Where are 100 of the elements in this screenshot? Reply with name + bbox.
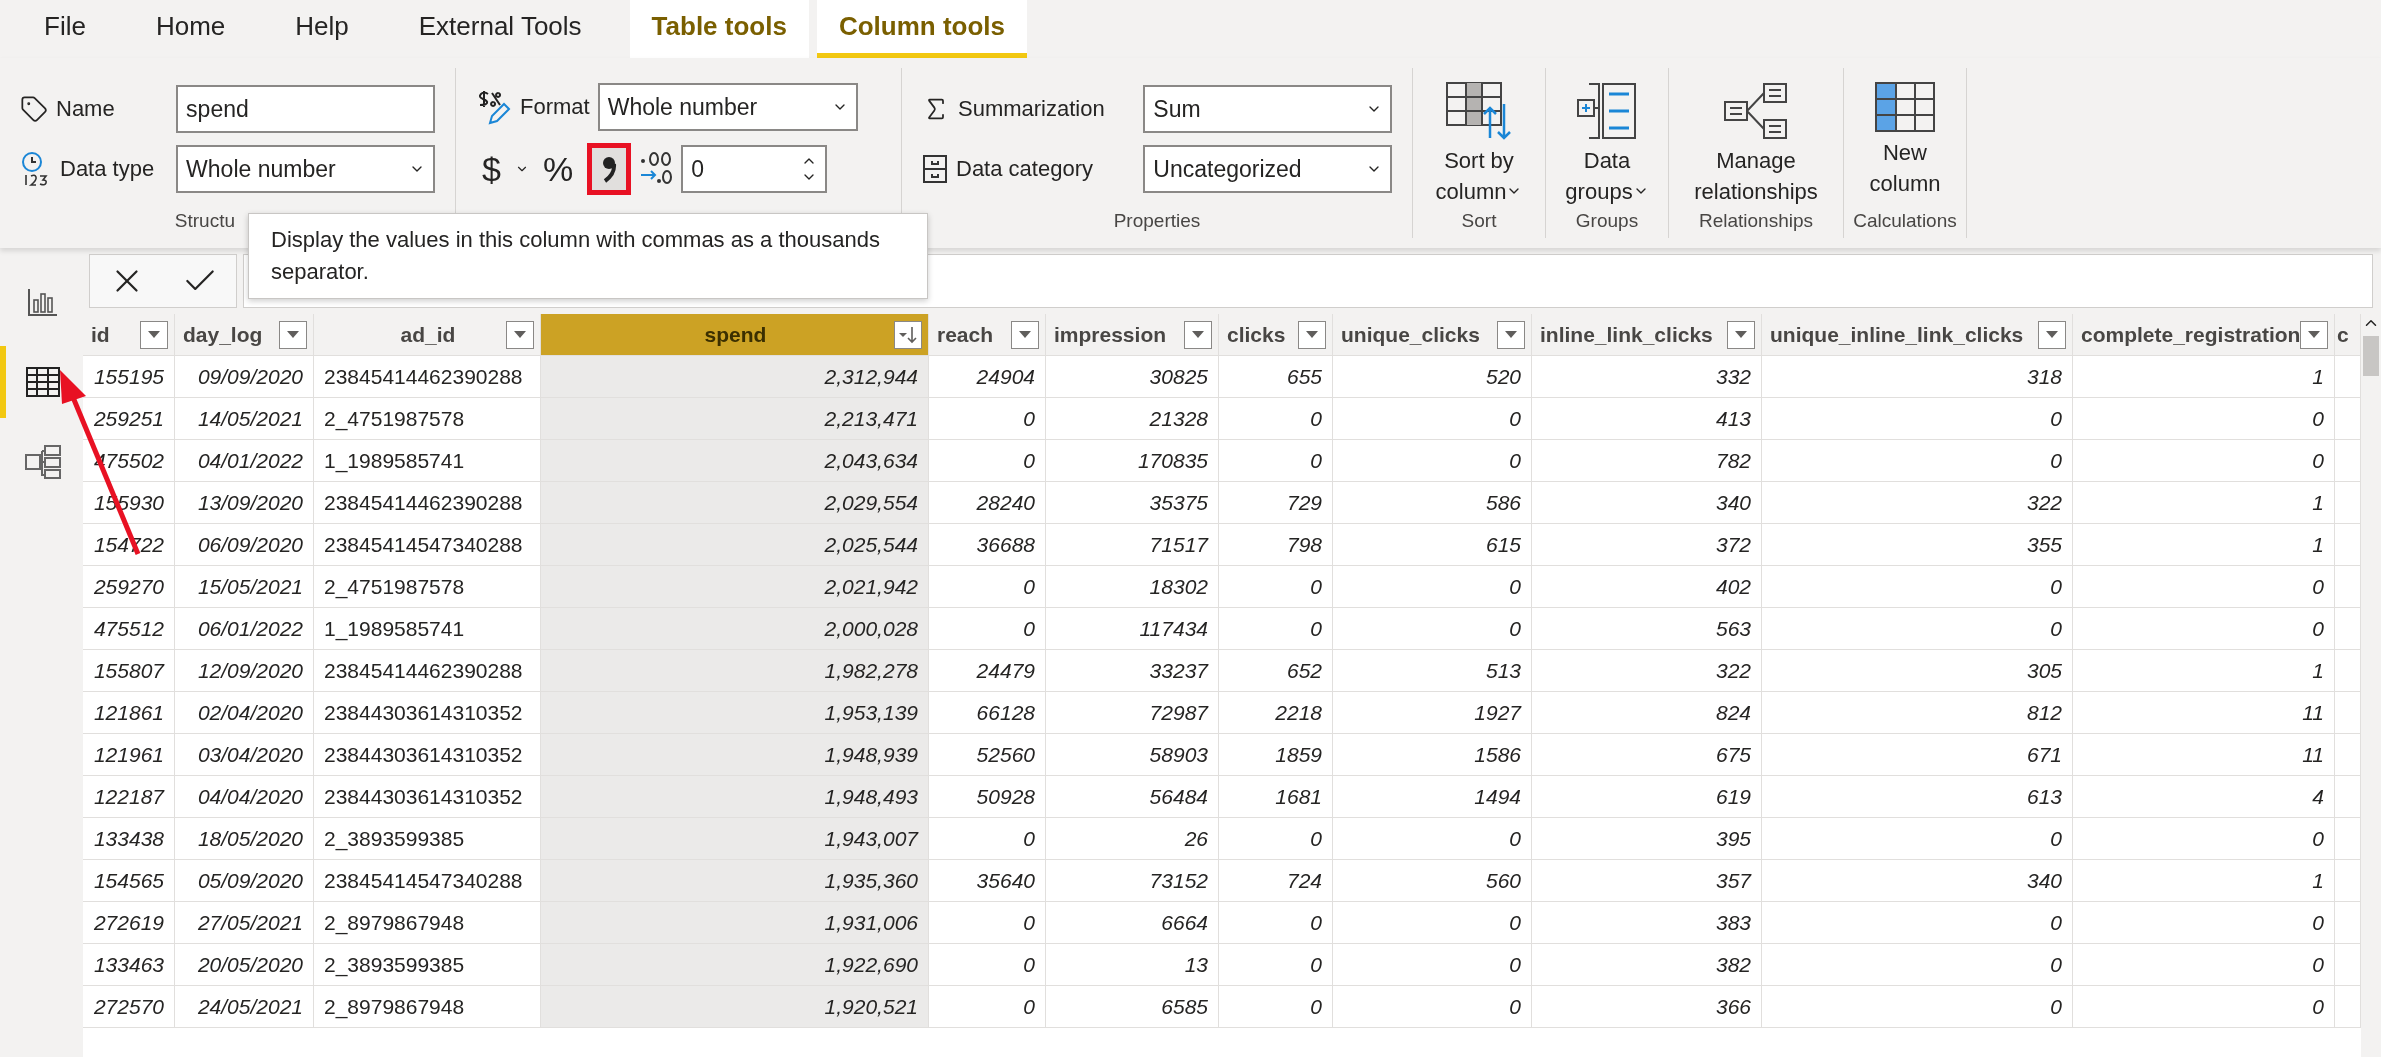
filter-button[interactable]: [1727, 320, 1755, 349]
filter-button[interactable]: [1011, 320, 1039, 349]
table-cell: 73152: [1046, 860, 1219, 902]
column-header[interactable]: id: [83, 314, 175, 356]
relationships-icon: [1724, 82, 1788, 140]
table-view-icon[interactable]: [26, 367, 60, 397]
data-category-dropdown[interactable]: Uncategorized: [1143, 145, 1392, 193]
ribbon-tab[interactable]: Column tools: [816, 0, 1027, 58]
table-cell: [2335, 818, 2361, 860]
table-cell: 20/05/2020: [175, 944, 314, 986]
table-cell: 1_1989585741: [314, 440, 541, 482]
filter-button[interactable]: [1497, 320, 1525, 349]
data-type-dropdown[interactable]: Whole number: [176, 145, 435, 193]
dropdown-arrow-icon: [1735, 331, 1747, 338]
ribbon-tab[interactable]: Home: [133, 0, 248, 58]
table-cell: 14/05/2021: [175, 398, 314, 440]
table-cell: 13/09/2020: [175, 482, 314, 524]
filter-button[interactable]: [2300, 320, 2329, 349]
filter-button[interactable]: [1298, 320, 1326, 349]
currency-button[interactable]: $: [476, 149, 507, 189]
table-cell: 812: [1762, 692, 2073, 734]
column-header[interactable]: complete_registration: [2073, 314, 2335, 356]
filter-button[interactable]: [894, 320, 922, 349]
table-cell: 13: [1046, 944, 1219, 986]
model-view-icon[interactable]: [25, 445, 61, 479]
table-cell: 154565: [83, 860, 175, 902]
table-cell: 133463: [83, 944, 175, 986]
table-cell: 72987: [1046, 692, 1219, 734]
table-cell: 121861: [83, 692, 175, 734]
ribbon-button[interactable]: Sort by column: [1419, 68, 1539, 208]
table-cell: 586: [1333, 482, 1532, 524]
table-cell: 259270: [83, 566, 175, 608]
ribbon-tab[interactable]: Table tools: [629, 0, 809, 58]
comma-style-button[interactable]: [587, 143, 632, 195]
filter-button[interactable]: [279, 320, 307, 349]
column-header[interactable]: unique_inline_link_clicks: [1762, 314, 2073, 356]
ribbon-button[interactable]: Manage relationships: [1675, 68, 1837, 208]
filter-button[interactable]: [140, 320, 168, 349]
filter-button[interactable]: [506, 320, 534, 349]
report-view-icon[interactable]: [28, 288, 58, 316]
ribbon-tab[interactable]: External Tools: [396, 0, 604, 58]
column-header[interactable]: inline_link_clicks: [1532, 314, 1762, 356]
table-cell: [2335, 356, 2361, 398]
table-cell: 0: [2073, 818, 2335, 860]
table-cell: 11: [2073, 692, 2335, 734]
table-cell: 27/05/2021: [175, 902, 314, 944]
filter-button[interactable]: [1184, 320, 1212, 349]
table-cell: 28240: [929, 482, 1046, 524]
table-cell: 2_8979867948: [314, 902, 541, 944]
field-label: Data category: [956, 156, 1093, 182]
field-label: Data type: [60, 156, 155, 182]
table-cell: 0: [1219, 440, 1333, 482]
column-header[interactable]: impression: [1046, 314, 1219, 356]
summarization-dropdown[interactable]: Sum: [1143, 85, 1392, 133]
table-cell: 259251: [83, 398, 175, 440]
comma-icon: [601, 155, 618, 183]
table-cell: 71517: [1046, 524, 1219, 566]
percent-button[interactable]: %: [536, 149, 580, 189]
ribbon-tab[interactable]: File: [22, 0, 108, 58]
ribbon-button[interactable]: Data groups: [1552, 68, 1662, 208]
column-header[interactable]: unique_clicks: [1333, 314, 1532, 356]
table-cell: 520: [1333, 356, 1532, 398]
table-cell: 117434: [1046, 608, 1219, 650]
table-cell: 305: [1762, 650, 2073, 692]
table-cell: 06/09/2020: [175, 524, 314, 566]
table-cell: 560: [1333, 860, 1532, 902]
column-header[interactable]: clicks: [1219, 314, 1333, 356]
table-cell: 09/09/2020: [175, 356, 314, 398]
table-cell: 395: [1532, 818, 1762, 860]
table-cell: 0: [1333, 818, 1532, 860]
table-cell: 613: [1762, 776, 2073, 818]
scrollbar-thumb[interactable]: [2363, 336, 2379, 376]
field-label: Format: [520, 94, 590, 120]
table-cell: 0: [1333, 986, 1532, 1028]
group-label: Sort: [1461, 210, 1497, 231]
filter-button[interactable]: [2038, 320, 2066, 349]
table-cell: 0: [1762, 566, 2073, 608]
table-cell: 413: [1532, 398, 1762, 440]
table-cell: 0: [2073, 902, 2335, 944]
table-cell: [2335, 524, 2361, 566]
table-cell: 0: [1762, 902, 2073, 944]
name-field[interactable]: spend: [176, 85, 435, 133]
table-cell: 24479: [929, 650, 1046, 692]
table-cell: 671: [1762, 734, 2073, 776]
column-header[interactable]: spend: [541, 314, 929, 356]
ribbon-button[interactable]: New column: [1850, 68, 1960, 200]
ribbon-tab[interactable]: Help: [273, 0, 371, 58]
column-header[interactable]: reach: [929, 314, 1046, 356]
column-header[interactable]: ad_id: [314, 314, 541, 356]
table-cell: 23845414547340288: [314, 524, 541, 566]
dropdown-arrow-icon: [2308, 331, 2321, 338]
table-cell: 322: [1532, 650, 1762, 692]
column-header[interactable]: c: [2335, 314, 2361, 356]
table-cell: [2335, 860, 2361, 902]
table-cell: 36688: [929, 524, 1046, 566]
table-cell: 18/05/2020: [175, 818, 314, 860]
format-dropdown[interactable]: Whole number: [597, 83, 858, 131]
decimal-places-field[interactable]: 0: [681, 145, 828, 193]
column-header[interactable]: day_log: [175, 314, 314, 356]
table-cell: 0: [929, 440, 1046, 482]
